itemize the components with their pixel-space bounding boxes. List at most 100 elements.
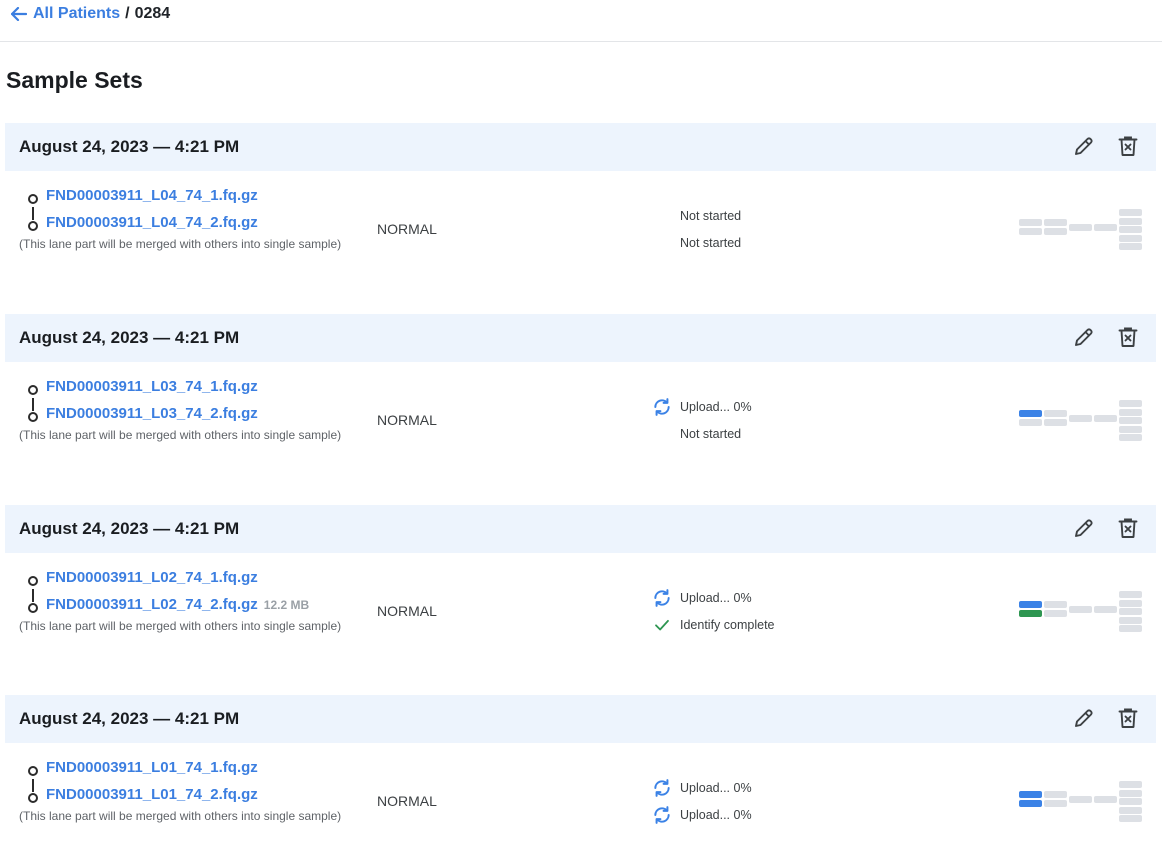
back-link[interactable]: All Patients [11,5,120,23]
sample-set-card: August 24, 2023 — 4:21 PM FND00003911_L03… [5,314,1156,474]
file-connector [32,779,34,792]
merge-note: (This lane part will be merged with othe… [19,237,342,251]
sample-set-date: August 24, 2023 — 4:21 PM [19,519,240,538]
progress-seg-final [1119,217,1142,225]
file-name: FND00003911_L01_74_1.fq.gz [46,759,258,776]
breadcrumb: All Patients / 0284 [11,5,170,23]
file-status: Upload... 0% [652,804,752,826]
file-node-dot [28,603,38,613]
progress-seg-upload-2 [1019,419,1042,426]
file-link[interactable]: FND00003911_L02_74_1.fq.gz [46,569,258,586]
top-bar: All Patients / 0284 [0,0,1162,42]
delete-button[interactable] [1116,516,1140,540]
progress-seg-final [1119,417,1142,425]
merge-note: (This lane part will be merged with othe… [19,428,342,442]
progress-seg-step2-2 [1044,419,1067,426]
file-name: FND00003911_L04_74_1.fq.gz [46,187,258,204]
sample-set-header: August 24, 2023 — 4:21 PM [5,695,1156,743]
sync-icon [652,778,672,798]
file-node-dot [28,412,38,422]
trash-icon [1116,518,1140,544]
sample-type: NORMAL [377,221,437,237]
file-link[interactable]: FND00003911_L03_74_2.fq.gz [46,405,258,422]
arrow-left-icon [11,7,27,21]
sample-set-date: August 24, 2023 — 4:21 PM [19,709,240,728]
file-node-dot [28,385,38,395]
trash-icon [1116,327,1140,353]
pipeline-progress-indicator [1019,398,1143,442]
file-link[interactable]: FND00003911_L01_74_2.fq.gz [46,786,258,803]
progress-seg-final [1119,434,1142,442]
progress-seg-step2-2 [1044,228,1067,235]
breadcrumb-current: 0284 [134,5,171,22]
sample-set-header: August 24, 2023 — 4:21 PM [5,314,1156,362]
sync-icon [652,397,672,417]
delete-button[interactable] [1116,134,1140,158]
progress-seg-step4 [1094,224,1117,231]
progress-seg-step3 [1069,606,1092,613]
file-status: Not started [652,232,741,254]
progress-seg-final [1119,815,1142,823]
progress-seg-final [1119,408,1142,416]
progress-seg-upload-1 [1019,410,1042,417]
progress-seg-step3 [1069,224,1092,231]
sample-set-date: August 24, 2023 — 4:21 PM [19,328,240,347]
sync-icon [652,805,672,825]
file-status: Upload... 0% [652,777,752,799]
status-text: Identify complete [680,618,775,632]
progress-seg-final [1119,798,1142,806]
progress-seg-step2-2 [1044,800,1067,807]
progress-seg-final [1119,599,1142,607]
sample-type: NORMAL [377,793,437,809]
file-status: Identify complete [652,614,775,636]
file-node-dot [28,221,38,231]
progress-seg-upload-1 [1019,601,1042,608]
trash-icon [1116,708,1140,734]
file-node-dot [28,766,38,776]
progress-seg-step4 [1094,415,1117,422]
edit-button[interactable] [1072,516,1096,540]
edit-button[interactable] [1072,706,1096,730]
progress-seg-final [1119,209,1142,216]
file-name: FND00003911_L02_74_2.fq.gz [46,596,258,613]
file-name: FND00003911_L03_74_2.fq.gz [46,405,258,422]
page-title: Sample Sets [6,67,143,93]
delete-button[interactable] [1116,706,1140,730]
delete-button[interactable] [1116,325,1140,349]
edit-button[interactable] [1072,325,1096,349]
progress-seg-final [1119,591,1142,598]
trash-icon [1116,136,1140,162]
file-name: FND00003911_L04_74_2.fq.gz [46,214,258,231]
progress-seg-step2-1 [1044,410,1067,417]
sample-type: NORMAL [377,603,437,619]
file-link[interactable]: FND00003911_L04_74_1.fq.gz [46,187,258,204]
breadcrumb-separator: / [125,5,130,22]
progress-seg-upload-2 [1019,610,1042,617]
progress-seg-final [1119,226,1142,234]
status-text: Not started [680,209,742,223]
status-text: Not started [680,236,742,250]
pipeline-progress-indicator [1019,779,1143,823]
check-icon [652,615,672,635]
file-link[interactable]: FND00003911_L03_74_1.fq.gz [46,378,258,395]
pencil-icon [1072,328,1096,353]
file-link[interactable]: FND00003911_L04_74_2.fq.gz [46,214,258,231]
progress-seg-upload-1 [1019,791,1042,798]
file-connector [32,589,34,602]
pipeline-progress-indicator [1019,207,1143,251]
progress-seg-step2-1 [1044,791,1067,798]
progress-seg-step2-1 [1044,219,1067,226]
progress-seg-final [1119,616,1142,624]
status-text: Not started [680,427,742,441]
sample-set-card: August 24, 2023 — 4:21 PM FND00003911_L02… [5,505,1156,665]
sample-type: NORMAL [377,412,437,428]
file-node-dot [28,576,38,586]
edit-button[interactable] [1072,134,1096,158]
progress-seg-final [1119,781,1142,788]
merge-note: (This lane part will be merged with othe… [19,619,342,633]
progress-seg-upload-2 [1019,228,1042,235]
progress-seg-final [1119,425,1142,433]
progress-seg-final [1119,806,1142,814]
file-link[interactable]: FND00003911_L01_74_1.fq.gz [46,759,258,776]
file-link[interactable]: FND00003911_L02_74_2.fq.gz 12.2 MB [46,596,309,613]
